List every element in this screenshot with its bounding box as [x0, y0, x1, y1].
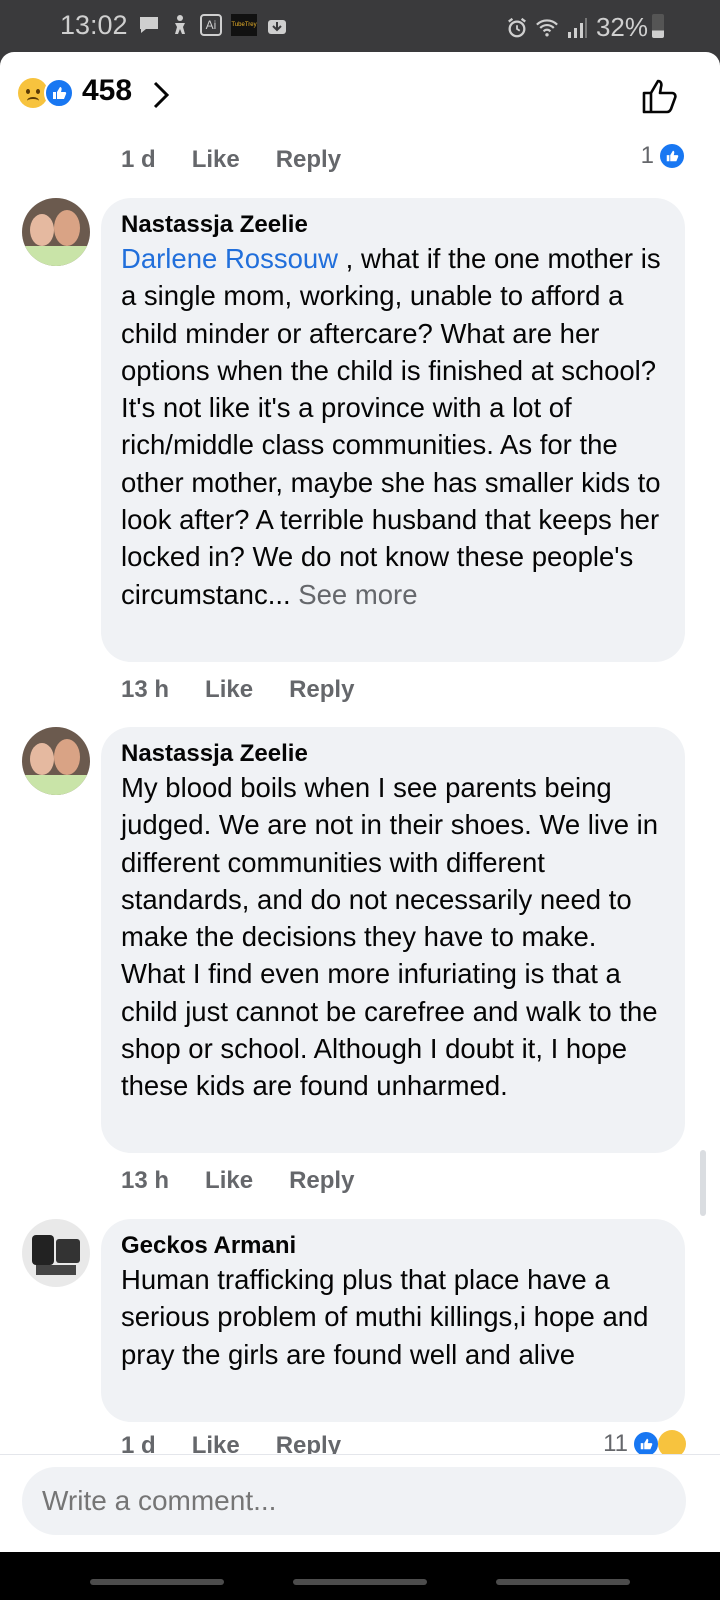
reply-link[interactable]: Reply: [289, 676, 354, 704]
status-bar: 13:02 Ai TubeTrey 32%: [0, 0, 720, 52]
comment-author[interactable]: Nastassja Zeelie: [121, 210, 665, 240]
comment-composer: [0, 1454, 720, 1552]
like-link[interactable]: Like: [192, 146, 240, 174]
like-reaction-icon: [658, 142, 686, 170]
comment-actions: 13 h Like Reply: [121, 1167, 390, 1195]
like-outline-icon[interactable]: [640, 76, 680, 116]
comment-body: Human trafficking plus that place have a…: [121, 1264, 649, 1370]
avatar[interactable]: [22, 198, 90, 266]
comment-body: , what if the one mother is a single mom…: [121, 243, 661, 610]
download-icon: [266, 14, 288, 36]
comment-actions: 13 h Like Reply: [121, 676, 390, 704]
reactions-header[interactable]: 458: [0, 52, 720, 138]
scrollbar[interactable]: [700, 1150, 706, 1216]
comment-author[interactable]: Geckos Armani: [121, 1231, 665, 1261]
accessibility-icon: [169, 14, 191, 36]
reply-link[interactable]: Reply: [289, 1167, 354, 1195]
comment-input[interactable]: [22, 1467, 686, 1535]
comment-author[interactable]: Nastassja Zeelie: [121, 739, 665, 769]
system-nav-bar: [0, 1552, 720, 1600]
message-icon: [138, 14, 160, 36]
system-icons: 32%: [506, 12, 648, 43]
ai-app-icon: Ai: [200, 14, 222, 36]
battery-icon: [652, 14, 664, 38]
like-reaction-icon: [44, 78, 74, 108]
comments-sheet: 458 1 d Like Reply 1 Nastassja Zeelie Da…: [0, 52, 720, 1552]
comment-actions: 1 d Like Reply: [121, 146, 377, 174]
see-more-link[interactable]: See more: [291, 579, 417, 610]
nav-back[interactable]: [496, 1579, 630, 1585]
comment-bubble[interactable]: Nastassja Zeelie My blood boils when I s…: [101, 727, 685, 1153]
reaction-count-text: 1: [640, 142, 654, 169]
tv-app-icon: TubeTrey: [231, 14, 257, 36]
status-time: 13:02: [60, 10, 128, 40]
reaction-count[interactable]: 458: [82, 74, 132, 108]
comment-reaction-count[interactable]: 1: [641, 142, 686, 170]
like-link[interactable]: Like: [205, 676, 253, 704]
comment-time: 1 d: [121, 146, 156, 173]
reaction-icons: [18, 78, 78, 108]
like-link[interactable]: Like: [205, 1167, 253, 1195]
reply-link[interactable]: Reply: [276, 146, 341, 174]
notification-icons: Ai TubeTrey: [138, 14, 288, 36]
comment-time: 13 h: [121, 1167, 170, 1194]
comment-bubble[interactable]: Nastassja Zeelie Darlene Rossouw , what …: [101, 198, 685, 662]
signal-icon: [566, 17, 588, 39]
avatar[interactable]: [22, 727, 90, 795]
comment-bubble[interactable]: Geckos Armani Human trafficking plus tha…: [101, 1219, 685, 1422]
mention-link[interactable]: Darlene Rossouw: [121, 243, 338, 274]
avatar[interactable]: [22, 1219, 90, 1287]
comment-body: My blood boils when I see parents being …: [121, 772, 659, 1102]
battery-percent: 32%: [595, 12, 648, 42]
nav-home[interactable]: [293, 1579, 427, 1585]
nav-recents[interactable]: [90, 1579, 224, 1585]
comment-text: Darlene Rossouw , what if the one mother…: [121, 240, 665, 613]
chevron-right-icon[interactable]: [152, 80, 170, 110]
wifi-icon: [536, 17, 558, 39]
alarm-icon: [506, 17, 528, 39]
comment-time: 13 h: [121, 676, 170, 703]
